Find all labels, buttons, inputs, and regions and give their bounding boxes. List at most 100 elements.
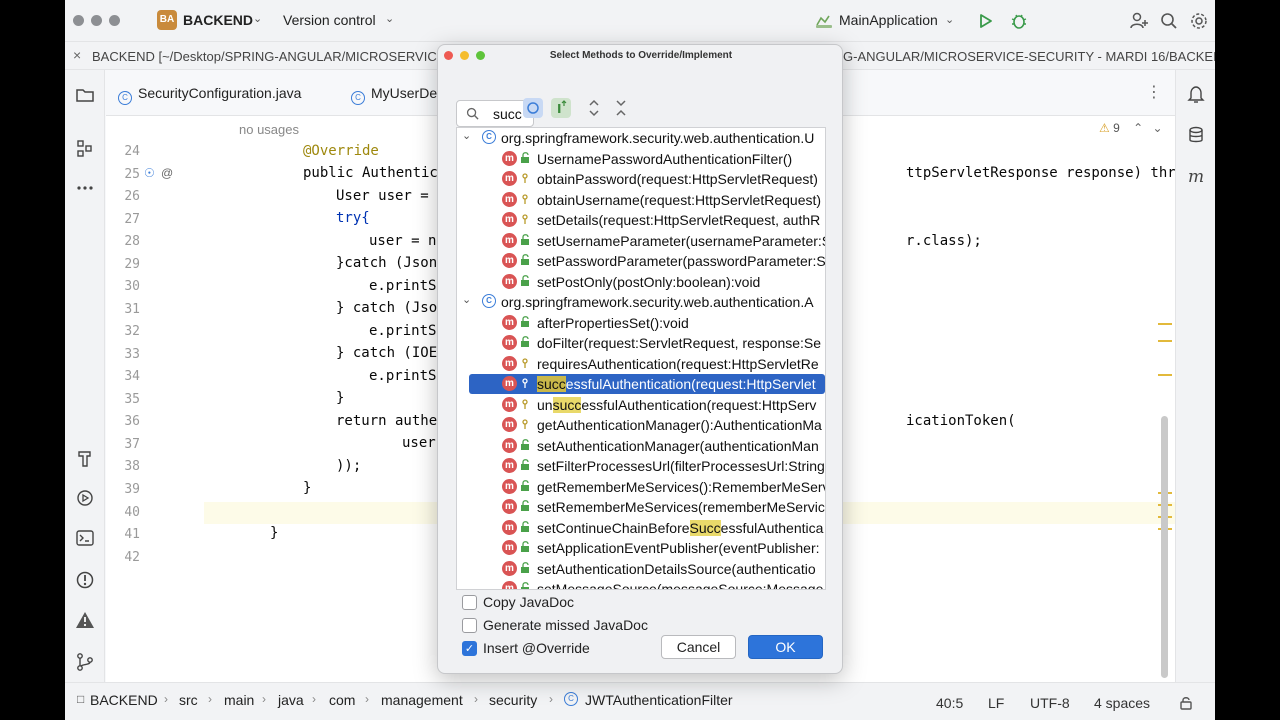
- method-row[interactable]: m getRememberMeServices():RememberMeServ: [457, 477, 825, 497]
- services-icon[interactable]: [75, 488, 95, 508]
- tree-group-row[interactable]: ⌄ C org.springframework.security.web.aut…: [457, 292, 825, 312]
- line-separator[interactable]: LF: [988, 695, 1004, 711]
- line-number: 33: [124, 347, 140, 362]
- method-row[interactable]: m setAuthenticationDetailsSource(authenti…: [457, 559, 825, 579]
- chevron-down-icon[interactable]: ⌄: [462, 129, 471, 142]
- copy-javadoc-checkbox[interactable]: [462, 595, 477, 610]
- method-row[interactable]: m doFilter(request:ServletRequest, respon…: [457, 333, 825, 353]
- caret-position[interactable]: 40:5: [936, 695, 963, 711]
- chevron-down-icon[interactable]: ⌄: [253, 12, 262, 25]
- warning-triangle-icon: ⚠: [1099, 121, 1110, 135]
- method-row[interactable]: m getAuthenticationManager():Authenticati…: [457, 415, 825, 435]
- run-icon[interactable]: [975, 11, 995, 31]
- line-number: 42: [124, 550, 140, 565]
- breadcrumb-item[interactable]: java: [278, 692, 304, 708]
- lock-icon[interactable]: [1178, 695, 1194, 711]
- method-row[interactable]: m setMessageSource(messageSource:Message: [457, 579, 825, 589]
- method-row[interactable]: m UsernamePasswordAuthenticationFilter(): [457, 149, 825, 169]
- tab-security-configuration[interactable]: C SecurityConfiguration.java: [118, 85, 301, 105]
- method-row[interactable]: m setFilterProcessesUrl(filterProcessesUr…: [457, 456, 825, 476]
- insert-override-checkbox[interactable]: ✓: [462, 641, 477, 656]
- close-window-button[interactable]: [73, 15, 84, 26]
- method-row[interactable]: m setPasswordParameter(passwordParameter:…: [457, 251, 825, 271]
- project-badge[interactable]: BA: [157, 10, 177, 30]
- method-row[interactable]: m setPostOnly(postOnly:boolean):void: [457, 272, 825, 292]
- tabs-more-icon[interactable]: ⋮: [1146, 82, 1162, 102]
- method-row[interactable]: m setAuthenticationManager(authentication…: [457, 436, 825, 456]
- public-visibility-icon: [521, 582, 529, 589]
- problems-icon[interactable]: [75, 570, 95, 590]
- git-icon[interactable]: [75, 652, 95, 672]
- method-row[interactable]: m setUsernameParameter(usernameParameter:…: [457, 231, 825, 251]
- warning-icon[interactable]: [75, 610, 95, 630]
- breadcrumb-separator-icon: ›: [262, 692, 266, 706]
- method-row[interactable]: m obtainUsername(request:HttpServletReque…: [457, 190, 825, 210]
- chevron-down-icon[interactable]: ⌄: [945, 13, 954, 26]
- breadcrumb-item[interactable]: management: [381, 692, 463, 708]
- method-row[interactable]: m obtainPassword(request:HttpServletReque…: [457, 169, 825, 189]
- notifications-bell-icon[interactable]: [1186, 84, 1206, 104]
- override-marker-icon[interactable]: ☉: [144, 166, 155, 180]
- line-number: 40: [124, 505, 140, 520]
- breadcrumb-item[interactable]: main: [224, 692, 254, 708]
- method-row[interactable]: m setContinueChainBeforeSuccessfulAuthent…: [457, 518, 825, 538]
- method-icon: m: [502, 376, 517, 391]
- code-fragment: icationToken(: [906, 413, 1016, 429]
- method-row[interactable]: m unsuccessfulAuthentication(request:Http…: [457, 395, 825, 415]
- run-configuration-selector[interactable]: MainApplication: [839, 12, 938, 28]
- folder-icon[interactable]: [75, 85, 95, 105]
- database-icon[interactable]: [1186, 125, 1206, 145]
- breadcrumb-item[interactable]: com: [329, 692, 355, 708]
- breadcrumb-item[interactable]: security: [489, 692, 537, 708]
- add-user-icon[interactable]: [1129, 11, 1149, 31]
- sort-by-class-icon[interactable]: [522, 97, 544, 119]
- cancel-button[interactable]: Cancel: [661, 635, 736, 659]
- svg-text:m: m: [1188, 167, 1204, 186]
- chevron-down-icon[interactable]: ⌄: [462, 293, 471, 306]
- method-row[interactable]: m setApplicationEventPublisher(eventPubli…: [457, 538, 825, 558]
- editor-scrollbar[interactable]: [1161, 416, 1168, 678]
- warning-counter[interactable]: ⚠ 9 ⌃ ⌄: [1099, 121, 1163, 135]
- maven-icon[interactable]: m: [1186, 166, 1206, 186]
- settings-gear-icon[interactable]: [1189, 11, 1209, 31]
- indent-setting[interactable]: 4 spaces: [1094, 695, 1150, 711]
- method-row-selected[interactable]: m successfulAuthentication(request:HttpSe…: [469, 374, 825, 394]
- generate-javadoc-checkbox[interactable]: [462, 618, 477, 633]
- collapse-all-icon[interactable]: [610, 97, 632, 119]
- method-row[interactable]: m afterPropertiesSet():void: [457, 313, 825, 333]
- tree-group-row[interactable]: ⌄ C org.springframework.security.web.aut…: [457, 128, 825, 148]
- chevron-down-icon[interactable]: ⌄: [385, 12, 394, 25]
- build-hammer-icon[interactable]: [75, 448, 95, 468]
- method-row[interactable]: m requiresAuthentication(request:HttpServ…: [457, 354, 825, 374]
- show-interfaces-icon[interactable]: I: [550, 97, 572, 119]
- annotation-marker-icon[interactable]: @: [161, 166, 173, 180]
- line-number: 35: [124, 392, 140, 407]
- breadcrumb-item[interactable]: JWTAuthenticationFilter: [585, 692, 733, 708]
- structure-icon[interactable]: [75, 138, 95, 158]
- line-number: 24: [124, 144, 140, 159]
- version-control-menu[interactable]: Version control: [283, 12, 376, 28]
- minimize-window-button[interactable]: [91, 15, 102, 26]
- terminal-icon[interactable]: [75, 528, 95, 548]
- expand-all-icon[interactable]: [583, 97, 605, 119]
- breadcrumb-separator-icon: ›: [365, 692, 369, 706]
- method-row[interactable]: m setDetails(request:HttpServletRequest, …: [457, 210, 825, 230]
- search-icon[interactable]: [1159, 11, 1179, 31]
- file-encoding[interactable]: UTF-8: [1030, 695, 1070, 711]
- close-icon[interactable]: ×: [73, 47, 81, 63]
- ok-button[interactable]: OK: [748, 635, 823, 659]
- project-selector[interactable]: BACKEND: [183, 12, 253, 28]
- insert-override-label: Insert @Override: [483, 640, 590, 656]
- more-tools-icon[interactable]: [75, 178, 95, 198]
- breadcrumb-item[interactable]: BACKEND: [90, 692, 158, 708]
- chevron-down-icon[interactable]: ⌄: [1153, 121, 1163, 135]
- tab-my-user-details[interactable]: C MyUserDe: [351, 85, 437, 105]
- line-number: 36: [124, 414, 140, 429]
- chevron-up-icon[interactable]: ⌃: [1133, 121, 1143, 135]
- method-row[interactable]: m setRememberMeServices(rememberMeServic: [457, 497, 825, 517]
- methods-tree[interactable]: ⌄ C org.springframework.security.web.aut…: [456, 127, 826, 590]
- zoom-window-button[interactable]: [109, 15, 120, 26]
- line-number: 32: [124, 324, 140, 339]
- debug-icon[interactable]: [1009, 11, 1029, 31]
- breadcrumb-item[interactable]: src: [179, 692, 198, 708]
